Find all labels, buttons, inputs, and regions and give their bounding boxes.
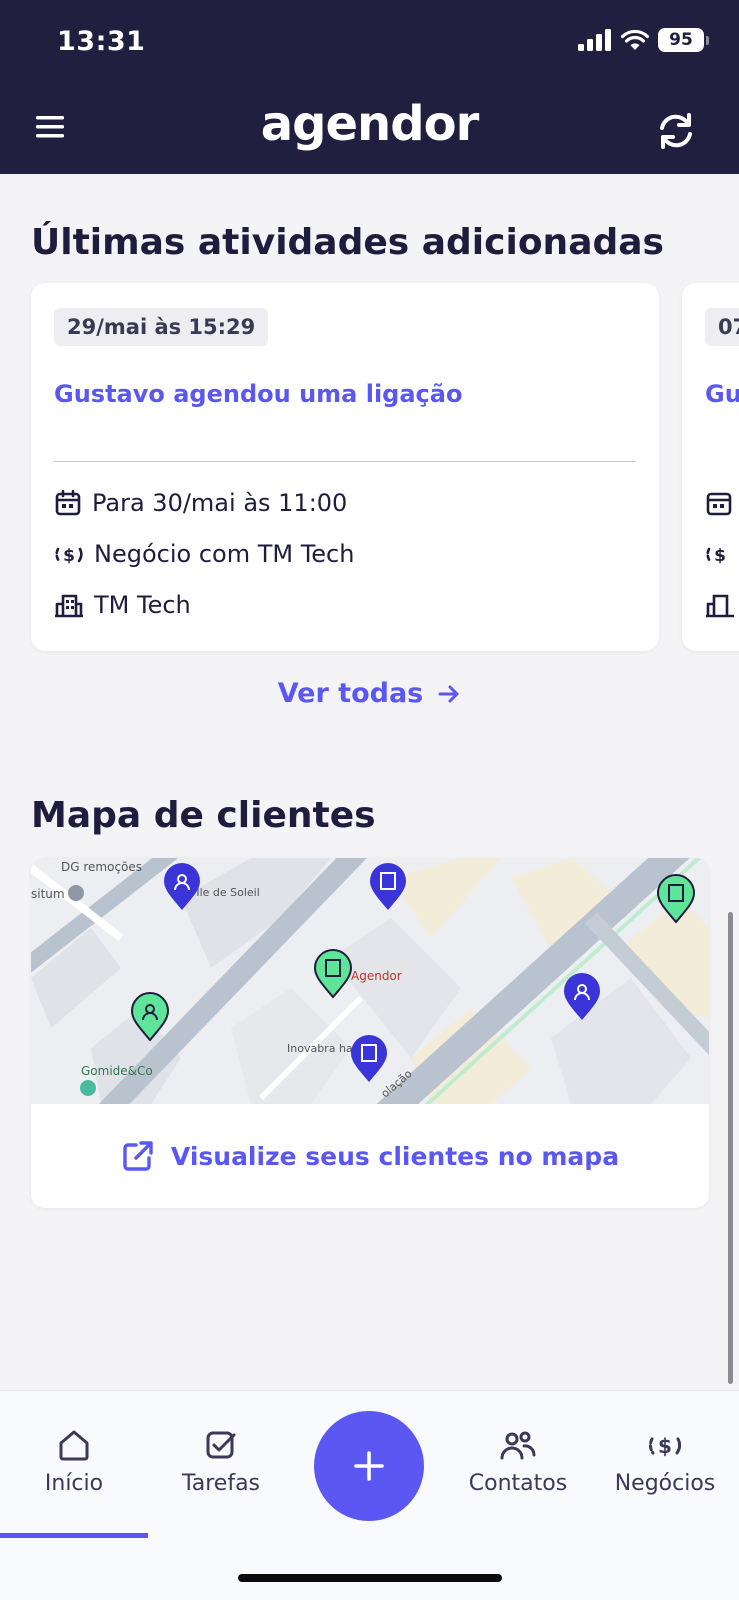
status-time: 13:31 [57,26,146,57]
activity-title[interactable]: Gustavo agendou uma ligação [54,380,462,408]
nav-label-contatos: Contatos [468,1471,568,1496]
see-all-link[interactable]: Ver todas [0,678,739,709]
activity-card-next[interactable]: 07 Gu $ [682,283,739,651]
map-label: Agendor [351,969,402,983]
home-indicator [238,1574,502,1582]
activity-date-badge: 29/mai às 15:29 [54,308,269,346]
wifi-icon [620,29,650,50]
map-label: situm [31,887,65,901]
building-icon [55,594,83,618]
activity-deal-row: $ Negócio com TM Tech [54,540,354,568]
map-label: DG remoções [61,860,142,874]
activity-schedule-row: Para 30/mai às 11:00 [54,489,347,517]
status-icons: 95 [578,28,709,52]
external-link-icon [123,1141,153,1171]
sync-icon [660,113,692,149]
activity-schedule: Para 30/mai às 11:00 [92,489,348,517]
building-icon [706,594,734,618]
activity-company: TM Tech [94,591,191,619]
battery-indicator: 95 [658,28,704,52]
activity-date-badge: 07 [705,308,739,346]
nav-item-contatos[interactable]: Contatos [444,1429,592,1496]
nav-item-tarefas[interactable]: Tarefas [147,1429,295,1496]
bottom-nav: Início Tarefas Contatos $ Negócios [0,1390,739,1600]
money-icon: $ [706,546,726,566]
activities-section-title: Últimas atividades adicionadas [31,222,664,263]
nav-active-indicator [0,1533,148,1538]
card-divider [54,461,636,462]
nav-item-inicio[interactable]: Início [0,1429,148,1496]
top-bar: 13:31 95 agendor [0,0,739,174]
nav-label-tarefas: Tarefas [181,1471,261,1496]
view-clients-map-link[interactable]: Visualize seus clientes no mapa [31,1104,709,1208]
map-label: Gomide&Co [81,1064,153,1078]
client-map[interactable]: DG remoções situm cio Ile de Soleil Agen… [31,858,709,1104]
nav-label-negocios: Negócios [614,1471,716,1496]
activity-company-row: TM Tech [54,591,191,619]
activity-deal: Negócio com TM Tech [94,540,355,568]
arrow-right-icon [438,685,459,702]
map-section-title: Mapa de clientes [31,795,376,836]
money-icon: $ [55,546,83,566]
client-map-card: DG remoções situm cio Ile de Soleil Agen… [31,858,709,1208]
app-logo: agendor [260,96,479,152]
map-canvas: DG remoções situm cio Ile de Soleil Agen… [31,858,709,1104]
nav-label-inicio: Início [44,1471,104,1496]
map-label: Inovabra ha [287,1042,353,1055]
calendar-icon [706,492,732,516]
money-icon: $ [648,1434,682,1458]
svg-text:$: $ [658,1434,672,1458]
activity-title[interactable]: Gu [705,380,739,408]
add-button[interactable] [314,1411,424,1521]
signal-icon [578,29,611,51]
contacts-icon [500,1431,536,1460]
svg-text:$: $ [714,546,726,566]
calendar-icon [55,489,81,516]
plus-icon [354,1451,384,1481]
sync-button[interactable] [655,110,697,152]
view-clients-map-label: Visualize seus clientes no mapa [170,1141,620,1171]
see-all-label: Ver todas [277,678,424,709]
nav-item-negocios[interactable]: $ Negócios [591,1429,739,1496]
check-square-icon [206,1431,236,1459]
home-icon [59,1430,89,1461]
scrollbar[interactable] [728,912,733,1384]
battery-tip [706,35,709,45]
activity-card[interactable]: 29/mai às 15:29 Gustavo agendou uma liga… [31,283,659,651]
svg-text:$: $ [63,546,75,566]
